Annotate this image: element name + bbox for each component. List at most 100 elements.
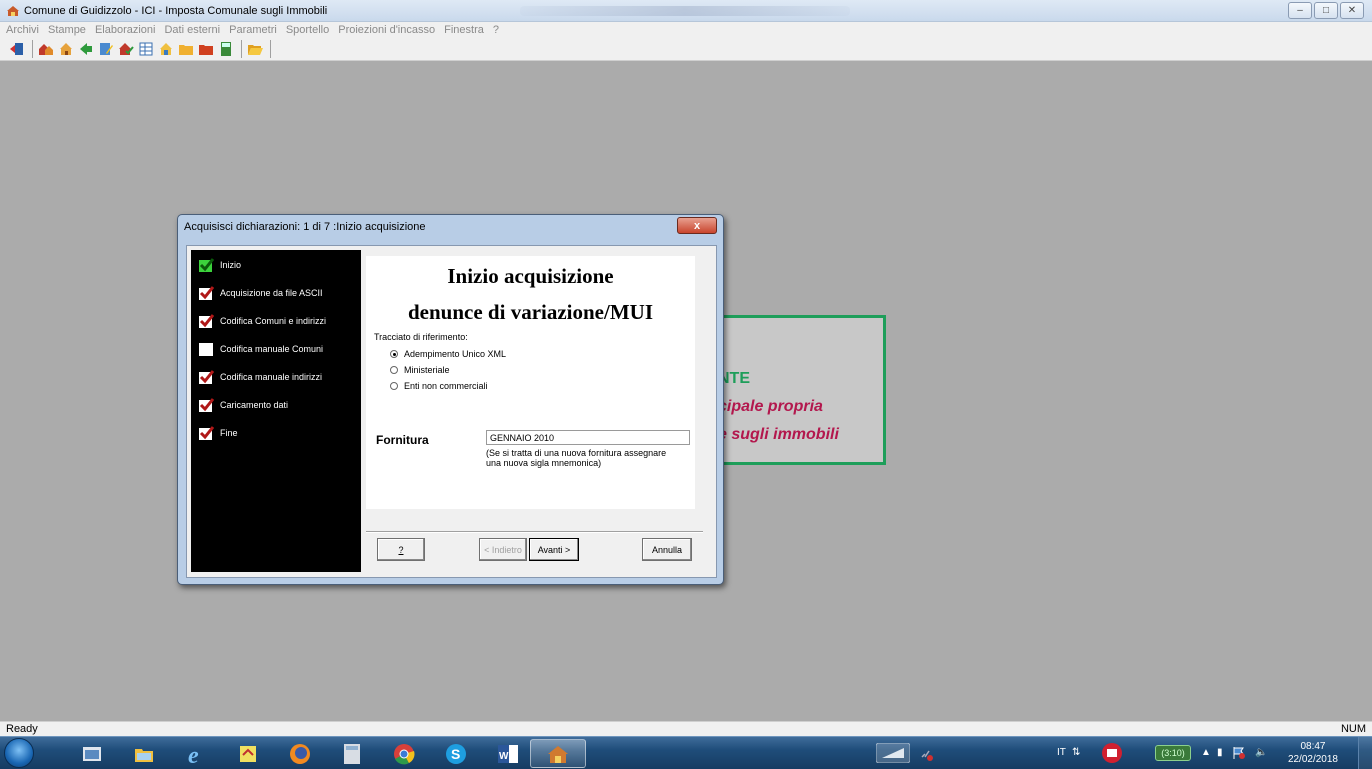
menu-proiezioni[interactable]: Proiezioni d'incasso — [338, 24, 435, 36]
help-button[interactable]: ? — [377, 538, 425, 561]
svg-text:W: W — [499, 751, 509, 762]
menu-elaborazioni[interactable]: Elaborazioni — [95, 24, 156, 36]
wizard-content: Inizio acquisizione denunce di variazion… — [366, 256, 695, 509]
show-desktop-button[interactable] — [1358, 737, 1372, 769]
step-label: Fine — [220, 428, 238, 438]
flag-icon[interactable] — [1232, 746, 1246, 763]
taskbar-app-2[interactable] — [222, 739, 274, 768]
chrome-icon[interactable] — [378, 739, 430, 768]
fornitura-label: Fornitura — [376, 433, 429, 447]
folder-icon[interactable] — [177, 40, 195, 58]
menu-help[interactable]: ? — [493, 24, 499, 36]
maximize-button[interactable]: □ — [1314, 2, 1338, 19]
menu-dati-esterni[interactable]: Dati esterni — [164, 24, 220, 36]
house-check-icon[interactable] — [117, 40, 135, 58]
toolbar-separator — [241, 39, 242, 58]
skype-icon[interactable]: S — [430, 739, 482, 768]
dialog-body: Inizio Acquisizione da file ASCII Codifi… — [186, 245, 717, 578]
button-separator — [366, 531, 703, 533]
keyboard-icon[interactable]: ⇅ — [1072, 747, 1080, 758]
acquisition-dialog: Acquisisci dichiarazioni: 1 di 7 :Inizio… — [177, 214, 724, 585]
step-caricamento-dati: Caricamento dati — [198, 396, 288, 414]
grid-icon[interactable] — [137, 40, 155, 58]
menu-archivi[interactable]: Archivi — [6, 24, 39, 36]
step-codifica-manuale-indirizzi: Codifica manuale indirizzi — [198, 368, 322, 386]
step-label: Caricamento dati — [220, 400, 289, 410]
status-bar: Ready NUM — [0, 721, 1372, 736]
step-label: Inizio — [220, 260, 242, 270]
menu-finestra[interactable]: Finestra — [444, 24, 484, 36]
dialog-close-button[interactable]: x — [677, 217, 717, 234]
back-button[interactable]: < Indietro — [479, 538, 527, 561]
radio-icon[interactable] — [390, 382, 398, 390]
taskbar-app[interactable] — [66, 739, 118, 768]
fornitura-note-line: una nuova sigla mnemonica) — [486, 458, 602, 468]
menu-stampe[interactable]: Stampe — [48, 24, 86, 36]
close-button[interactable]: ✕ — [1340, 2, 1364, 19]
svg-text:S: S — [451, 746, 460, 762]
language-indicator[interactable]: IT — [1057, 747, 1066, 758]
ici-app-icon[interactable] — [530, 739, 586, 768]
dialog-title: Acquisisci dichiarazioni: 1 di 7 :Inizio… — [184, 221, 426, 233]
wizard-steps-panel: Inizio Acquisizione da file ASCII Codifi… — [191, 250, 361, 572]
calculator-icon[interactable] — [217, 40, 235, 58]
menu-parametri[interactable]: Parametri — [229, 24, 277, 36]
fornitura-note-line: (Se si tratta di una nuova fornitura ass… — [486, 448, 667, 458]
file-explorer-icon[interactable] — [118, 739, 170, 768]
window-title: Comune di Guidizzolo - ICI - Imposta Com… — [24, 4, 328, 17]
radio-icon[interactable] — [390, 366, 398, 374]
battery-icon[interactable]: ▮ — [1217, 747, 1223, 758]
toolbar-separator — [270, 39, 271, 58]
houses-icon[interactable] — [37, 40, 55, 58]
current-step-icon — [199, 258, 214, 272]
word-icon[interactable]: W — [482, 739, 534, 768]
tray-arrow-icon[interactable]: ▲ — [1201, 747, 1211, 758]
check-icon — [199, 398, 214, 412]
toolbar-separator — [32, 39, 33, 58]
next-button[interactable]: Avanti > — [529, 538, 579, 561]
fornitura-input[interactable] — [486, 430, 690, 445]
minimize-button[interactable]: – — [1288, 2, 1312, 19]
taskbar: e S W IT ⇅ (3:10) ▲ ▮ 🔈 08:47 22/02/2018 — [0, 736, 1372, 769]
toolbar — [0, 37, 1372, 61]
step-fine: Fine — [198, 424, 238, 442]
signal-icon[interactable] — [920, 747, 934, 764]
calculator-icon[interactable] — [326, 739, 378, 768]
cancel-button[interactable]: Annulla — [642, 538, 692, 561]
radio-label: Enti non commerciali — [404, 381, 488, 391]
step-label: Acquisizione da file ASCII — [220, 288, 323, 298]
radio-enti-non-commerciali[interactable]: Enti non commerciali — [390, 381, 488, 391]
internet-explorer-icon[interactable]: e — [170, 739, 222, 768]
menu-sportello[interactable]: Sportello — [286, 24, 329, 36]
title-blur — [520, 6, 850, 16]
folder-open-icon[interactable] — [246, 40, 264, 58]
network-icon[interactable] — [875, 742, 911, 766]
home-icon[interactable] — [57, 40, 75, 58]
home2-icon[interactable] — [157, 40, 175, 58]
arrow-icon[interactable] — [77, 40, 95, 58]
title-bar: Comune di Guidizzolo - ICI - Imposta Com… — [0, 0, 1372, 22]
step-codifica-comuni-indirizzi: Codifica Comuni e indirizzi — [198, 312, 326, 330]
volume-icon[interactable]: 🔈 — [1255, 747, 1267, 758]
step-acquisizione: Acquisizione da file ASCII — [198, 284, 323, 302]
clock[interactable]: 08:47 22/02/2018 — [1288, 740, 1338, 766]
exit-icon[interactable] — [8, 40, 26, 58]
firefox-icon[interactable] — [274, 739, 326, 768]
tray-app-icon[interactable] — [1100, 742, 1124, 767]
radio-adempimento-unico[interactable]: Adempimento Unico XML — [390, 349, 506, 359]
radio-ministeriale[interactable]: Ministeriale — [390, 365, 450, 375]
step-label: Codifica Comuni e indirizzi — [220, 316, 327, 326]
radio-selected-icon[interactable] — [390, 350, 398, 358]
menu-bar: Archivi Stampe Elaborazioni Dati esterni… — [0, 22, 1372, 37]
battery-indicator[interactable]: (3:10) — [1155, 745, 1191, 761]
edit-icon[interactable] — [97, 40, 115, 58]
check-icon — [199, 426, 214, 440]
folder-red-icon[interactable] — [197, 40, 215, 58]
status-ready: Ready — [6, 723, 38, 735]
blank-box-icon — [199, 343, 213, 356]
radio-label: Adempimento Unico XML — [404, 349, 507, 359]
step-inizio: Inizio — [198, 256, 241, 274]
start-orb[interactable] — [4, 738, 34, 768]
splash-line-3: e sugli immobili — [718, 426, 839, 443]
heading-denunce-variazione: denunce di variazione/MUI — [408, 300, 653, 324]
